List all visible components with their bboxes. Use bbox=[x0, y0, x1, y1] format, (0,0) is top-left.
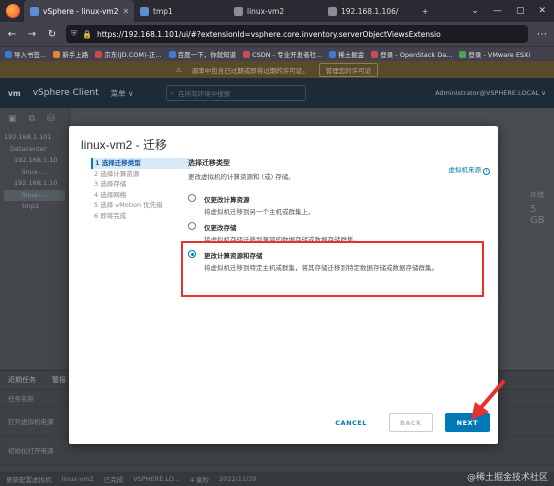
url-text: https://192.168.1.101/ui/#?extensionId=v… bbox=[96, 29, 441, 39]
annotation-highlight-box bbox=[181, 241, 484, 297]
back-button: BACK bbox=[388, 413, 433, 432]
jd-icon bbox=[95, 50, 103, 58]
tree-item[interactable]: 192.168.1.101 bbox=[4, 132, 65, 144]
inventory-tree: 192.168.1.101 Datacenter 192.168.1.10 li… bbox=[0, 130, 69, 215]
menu-dropdown[interactable]: 菜单 ∨ bbox=[111, 88, 134, 99]
vsphere-favicon-icon bbox=[30, 6, 39, 16]
vms-templates-icon[interactable]: ⧉ bbox=[29, 114, 35, 124]
browser-tab-vsphere[interactable]: vSphere - linux-vm2 ✕ bbox=[24, 0, 134, 22]
step-select-network: 4 选择网络 bbox=[94, 190, 127, 199]
baidu-icon bbox=[168, 50, 176, 58]
maximize-icon[interactable]: ▢ bbox=[516, 6, 525, 16]
folder-icon bbox=[5, 50, 12, 58]
browser-tab-linux-vm2[interactable]: linux-vm2 bbox=[228, 0, 322, 22]
global-search-input[interactable]: ⌕ 在所有环境中搜索 bbox=[165, 85, 306, 101]
bookmark-csdn[interactable]: CSDN - 专业开发者社... bbox=[243, 49, 322, 59]
csdn-icon bbox=[243, 50, 251, 58]
radio-storage-only[interactable] bbox=[188, 222, 196, 230]
page-favicon-icon bbox=[140, 6, 149, 16]
shield-icon[interactable]: ⛨ bbox=[71, 29, 77, 39]
step-select-vmotion-priority: 5 选择 vMotion 优先级 bbox=[94, 201, 163, 209]
firefox-icon bbox=[53, 50, 61, 58]
step-select-storage: 3 选择存储 bbox=[94, 180, 127, 188]
storage-icon[interactable]: ⛁ bbox=[47, 114, 55, 124]
info-icon: i bbox=[483, 168, 490, 175]
bookmark-juejin[interactable]: 稀土掘金 bbox=[329, 49, 364, 59]
browser-tab-tmp1[interactable]: tmp1 bbox=[134, 0, 228, 22]
step-heading: 选择迁移类型 bbox=[188, 159, 230, 167]
wizard-content: 选择迁移类型 更改虚拟机的计算资源和 (或) 存储。 虚拟机来源 i 仅更改计算资… bbox=[188, 158, 490, 272]
juejin-icon bbox=[329, 50, 337, 58]
tree-item[interactable]: 192.168.1.10 bbox=[4, 155, 65, 167]
dialog-title: linux-vm2 - 迁移 bbox=[81, 138, 168, 152]
lock-warning-icon[interactable]: 🔒 bbox=[82, 30, 92, 39]
bookmarks-bar: 导入书签... 新手上路 京东(JD.COM)-正... 百度一下，你就知道 C… bbox=[0, 46, 554, 61]
page-favicon-icon bbox=[328, 6, 337, 16]
bookmark-newbie[interactable]: 新手上路 bbox=[53, 49, 88, 59]
page-favicon-icon bbox=[234, 6, 243, 16]
new-tab-button[interactable]: + bbox=[416, 0, 434, 22]
summary-panel: 存储 5 GB bbox=[530, 191, 545, 226]
close-window-icon[interactable]: ✕ bbox=[538, 6, 546, 16]
tab-alarms[interactable]: 警报 bbox=[52, 375, 66, 385]
search-icon: ⌕ bbox=[170, 88, 175, 97]
openstack-icon bbox=[371, 50, 379, 58]
app-title: vSphere Client bbox=[32, 88, 99, 98]
vmware-logo: vm bbox=[8, 88, 21, 98]
cancel-button[interactable]: CANCEL bbox=[325, 413, 377, 432]
radio-compute-only[interactable] bbox=[188, 194, 196, 202]
tree-item[interactable]: 192.168.1.10 bbox=[4, 178, 65, 190]
back-arrow-icon[interactable]: ← bbox=[6, 29, 18, 40]
plus-icon: + bbox=[422, 6, 429, 16]
minimize-icon[interactable]: — bbox=[493, 6, 502, 16]
annotation-arrow-icon bbox=[471, 380, 505, 420]
reload-icon[interactable]: ↻ bbox=[46, 29, 58, 40]
close-tab-icon[interactable]: ✕ bbox=[122, 7, 129, 16]
warning-icon: ⚠ bbox=[175, 65, 182, 74]
step-ready-to-complete: 6 即将完成 bbox=[94, 211, 127, 220]
watermark: @稀土掘金技术社区 bbox=[466, 473, 548, 483]
tab-recent-tasks[interactable]: 近期任务 bbox=[8, 375, 36, 385]
bookmark-openstack[interactable]: 登录 - OpenStack Da... bbox=[371, 49, 452, 59]
browser-tab-bar: vSphere - linux-vm2 ✕ tmp1 linux-vm2 192… bbox=[0, 0, 554, 22]
step-select-migration-type[interactable]: 1 选择迁移类型 bbox=[91, 158, 191, 169]
vm-origin-link[interactable]: 虚拟机来源 i bbox=[449, 164, 490, 175]
list-tabs-icon[interactable]: ⌄ bbox=[471, 6, 479, 16]
forward-arrow-icon[interactable]: → bbox=[26, 29, 38, 40]
vsphere-header: vm vSphere Client 菜单 ∨ ⌕ 在所有环境中搜索 Admini… bbox=[0, 78, 554, 108]
step-subheading: 更改虚拟机的计算资源和 (或) 存储。 bbox=[188, 173, 295, 181]
hosts-clusters-icon[interactable]: ▣ bbox=[8, 114, 17, 124]
tree-item[interactable]: linux-... bbox=[4, 167, 65, 179]
browser-nav-bar: ← → ↻ ⛨ 🔒 https://192.168.1.101/ui/#?ext… bbox=[0, 22, 554, 46]
browser-tab-ip[interactable]: 192.168.1.106/ bbox=[322, 0, 416, 22]
manage-license-button[interactable]: 管理您的许可证 bbox=[318, 62, 379, 77]
license-banner: ⚠ 调率中包含已过期或即将过期的许可证。 管理您的许可证 bbox=[0, 61, 554, 78]
extensions-icon[interactable]: ⋯ bbox=[536, 29, 548, 40]
tree-item-selected[interactable]: linux-... bbox=[4, 189, 65, 201]
navigator-panel: ▣ ⧉ ⛁ 192.168.1.101 Datacenter 192.168.1… bbox=[0, 108, 70, 370]
bookmark-import[interactable]: 导入书签... bbox=[5, 49, 46, 59]
tree-item[interactable]: tmp1 bbox=[4, 201, 65, 213]
wizard-steps: 1 选择迁移类型 2 选择计算资源 3 选择存储 4 选择网络 5 选择 vMo… bbox=[91, 158, 191, 221]
bookmark-jd[interactable]: 京东(JD.COM)-正... bbox=[95, 49, 162, 59]
bookmark-esxi[interactable]: 登录 - VMware ESXi bbox=[459, 49, 530, 59]
tree-item[interactable]: Datacenter bbox=[4, 144, 65, 156]
bookmark-baidu[interactable]: 百度一下，你就知道 bbox=[168, 49, 236, 59]
firefox-logo-icon[interactable] bbox=[6, 4, 20, 18]
window-controls: ⌄ — ▢ ✕ bbox=[471, 6, 554, 16]
vmware-icon bbox=[459, 50, 467, 58]
user-menu[interactable]: Administrator@VSPHERE.LOCAL ∨ bbox=[435, 89, 546, 97]
address-bar[interactable]: ⛨ 🔒 https://192.168.1.101/ui/#?extension… bbox=[66, 25, 528, 43]
step-select-compute: 2 选择计算资源 bbox=[94, 169, 140, 178]
